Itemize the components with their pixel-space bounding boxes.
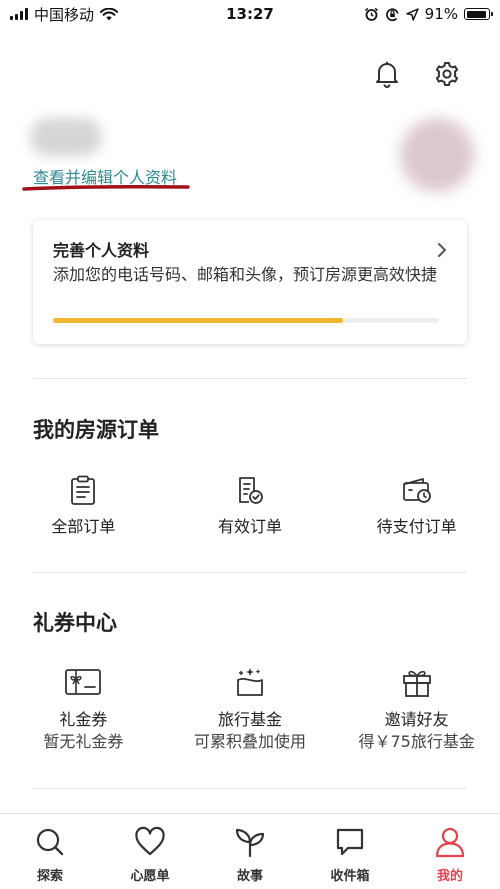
battery-icon <box>464 8 493 20</box>
invite-friends-label: 邀请好友 <box>384 710 449 729</box>
alarm-clock-icon <box>364 7 378 21</box>
travel-fund-button[interactable]: 旅行基金 可累积叠加使用 <box>167 665 334 753</box>
rotation-lock-icon <box>385 7 399 21</box>
gift-card-icon <box>65 669 102 695</box>
chevron-right-icon <box>438 243 446 257</box>
profile-completion-card[interactable]: 完善个人资料 添加您的电话号码、邮箱和头像，预订房源更高效快捷 <box>33 220 467 344</box>
sprout-icon <box>235 828 265 858</box>
wifi-icon <box>100 7 119 20</box>
pending-payment-label: 待支付订单 <box>376 517 457 536</box>
coupons-section-title: 礼券中心 <box>33 611 117 635</box>
card-title: 完善个人资料 <box>53 241 150 260</box>
user-name-blurred <box>30 118 102 156</box>
nav-inbox-label: 收件箱 <box>330 869 370 884</box>
gear-icon <box>435 62 459 86</box>
location-arrow-icon <box>405 7 419 21</box>
status-left: 中国移动 <box>10 4 119 25</box>
all-orders-label: 全部订单 <box>51 517 116 536</box>
signal-icon <box>10 8 28 20</box>
travel-fund-sub: 可累积叠加使用 <box>194 732 307 751</box>
nav-explore[interactable]: 探索 <box>0 814 100 889</box>
section-divider <box>33 572 467 573</box>
pending-payment-orders-button[interactable]: 待支付订单 <box>333 474 500 538</box>
valid-orders-label: 有效订单 <box>218 517 283 536</box>
nav-profile[interactable]: 我的 <box>400 814 500 889</box>
bottom-nav: 探索 心愿单 故事 收件箱 我的 <box>0 813 500 889</box>
profile-progress-bar <box>53 318 439 323</box>
clipboard-icon <box>71 475 96 505</box>
status-bar: 中国移动 13:27 91% <box>0 0 500 28</box>
nav-wishlist-label: 心愿单 <box>130 869 170 884</box>
nav-stories-label: 故事 <box>236 869 263 884</box>
gift-voucher-label: 礼金券 <box>59 710 108 729</box>
nav-inbox[interactable]: 收件箱 <box>300 814 400 889</box>
section-divider <box>33 378 467 379</box>
wallet-clock-icon <box>402 478 431 503</box>
chat-bubble-icon <box>336 828 364 856</box>
orders-section-title: 我的房源订单 <box>33 418 159 442</box>
card-description: 添加您的电话号码、邮箱和头像，预订房源更高效快捷 <box>53 265 438 284</box>
valid-order-icon <box>239 477 263 504</box>
search-icon <box>36 828 64 856</box>
nav-stories[interactable]: 故事 <box>200 814 300 889</box>
nav-wishlist[interactable]: 心愿单 <box>100 814 200 889</box>
travel-fund-icon <box>237 668 263 696</box>
coupons-grid: 礼金券 暂无礼金券 旅行基金 可累积叠加使用 邀请好友 得￥75旅行基金 <box>0 665 500 753</box>
status-right: 91% <box>364 5 493 23</box>
gift-voucher-button[interactable]: 礼金券 暂无礼金券 <box>0 665 167 753</box>
battery-percent: 91% <box>424 5 458 23</box>
gift-box-icon <box>402 670 431 697</box>
all-orders-button[interactable]: 全部订单 <box>0 474 167 538</box>
orders-grid: 全部订单 有效订单 待支付订单 <box>0 474 500 538</box>
header-actions <box>374 60 460 88</box>
gift-voucher-sub: 暂无礼金券 <box>43 732 124 751</box>
profile-progress-fill <box>53 318 343 323</box>
notification-button[interactable] <box>374 60 400 88</box>
nav-profile-label: 我的 <box>436 869 463 884</box>
bell-icon <box>376 61 398 88</box>
travel-fund-label: 旅行基金 <box>218 710 283 729</box>
settings-button[interactable] <box>434 60 460 88</box>
avatar[interactable] <box>400 118 474 192</box>
nav-explore-label: 探索 <box>36 869 63 884</box>
person-icon <box>435 827 465 858</box>
valid-orders-button[interactable]: 有效订单 <box>167 474 334 538</box>
heart-icon <box>135 826 165 856</box>
carrier-name: 中国移动 <box>34 5 95 24</box>
annotation-underline <box>22 185 190 191</box>
section-divider <box>33 788 467 789</box>
invite-friends-button[interactable]: 邀请好友 得￥75旅行基金 <box>333 665 500 753</box>
invite-friends-sub: 得￥75旅行基金 <box>358 732 475 751</box>
